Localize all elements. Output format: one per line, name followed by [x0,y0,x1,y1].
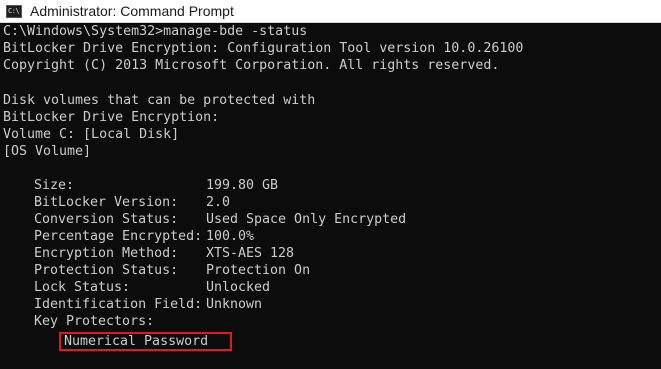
key-protectors-label: Key Protectors: [34,314,155,329]
title-bar[interactable]: C:\ Administrator: Command Prompt [0,0,661,23]
status-value: XTS-AES 128 [206,246,295,261]
key-protectors-row: Key Protectors: [3,313,643,330]
status-value: Unknown [206,297,263,312]
status-value: 100.0% [206,229,255,244]
command-prompt-icon: C:\ [6,4,22,18]
status-key: Encryption Method: [34,246,179,261]
status-row-encryption-method: Encryption Method: XTS-AES 128 [3,245,643,262]
status-row-size: Size: 199.80 GB [3,177,643,194]
status-value: 199.80 GB [206,178,279,193]
status-row-protection-status: Protection Status: Protection On [3,262,643,279]
copyright-line: Copyright (C) 2013 Microsoft Corporation… [3,58,500,73]
status-row-lock-status: Lock Status: Unlocked [3,279,643,296]
status-row-identification-field: Identification Field: Unknown [3,296,643,313]
status-key: Size: [34,178,75,193]
status-value: Unlocked [206,280,271,295]
highlight-box [59,332,232,351]
volume-type-line: [OS Volume] [3,144,92,159]
status-row-bitlocker-version: BitLocker Version: 2.0 [3,194,643,211]
status-key: BitLocker Version: [34,195,179,210]
volume-line: Volume C: [Local Disk] [3,127,180,142]
command-prompt-window: C:\ Administrator: Command Prompt C:\Win… [0,0,661,369]
status-value: Used Space Only Encrypted [206,212,407,227]
status-row-conversion-status: Conversion Status: Used Space Only Encry… [3,211,643,228]
status-value: Protection On [206,263,311,278]
status-row-percentage-encrypted: Percentage Encrypted: 100.0% [3,228,643,245]
status-key: Protection Status: [34,263,179,278]
command-prompt-icon-glyph: C:\ [8,6,20,15]
console-output[interactable]: C:\Windows\System32>manage-bde -status B… [0,23,661,369]
tool-version-line: BitLocker Drive Encryption: Configuratio… [3,41,524,56]
status-key: Lock Status: [34,280,131,295]
window-title: Administrator: Command Prompt [30,3,234,19]
prompt-line: C:\Windows\System32>manage-bde -status [3,24,308,39]
status-key: Conversion Status: [34,212,179,227]
status-key: Identification Field: [34,297,203,312]
intro-line: BitLocker Drive Encryption: [3,110,220,125]
status-value: 2.0 [206,195,231,210]
status-key: Percentage Encrypted: [34,229,203,244]
intro-line: Disk volumes that can be protected with [3,93,316,108]
